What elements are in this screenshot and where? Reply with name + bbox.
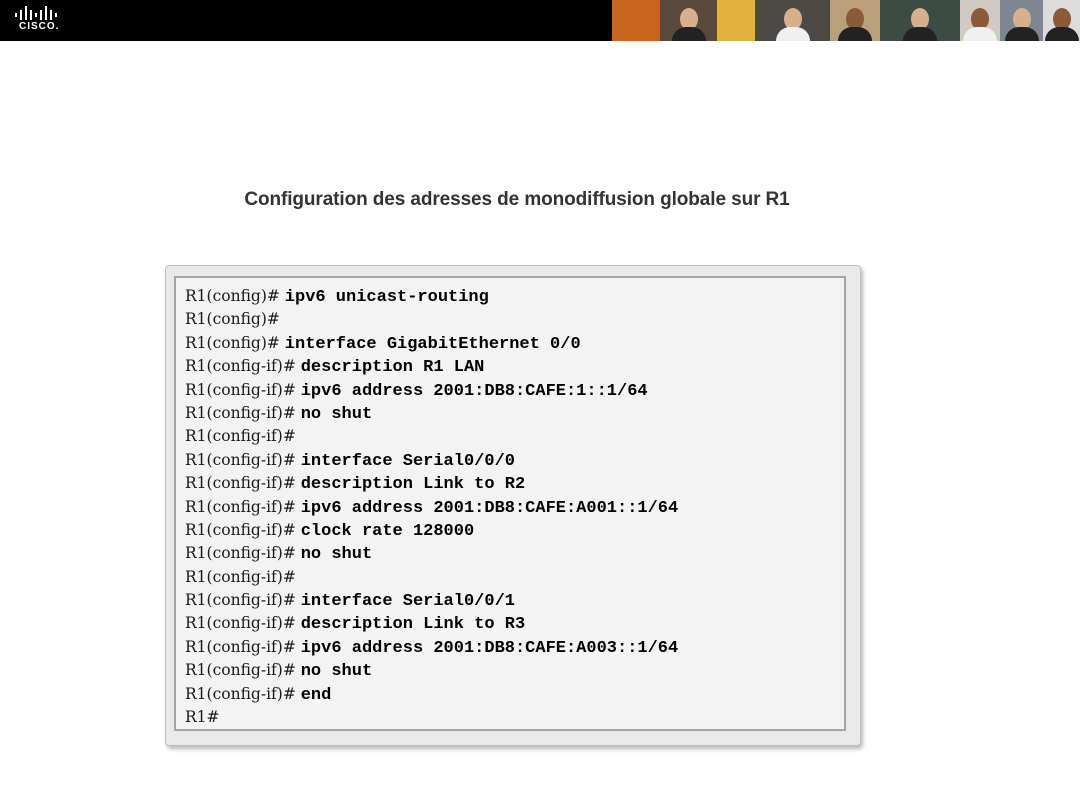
terminal-command: interface Serial0/0/1 [300, 592, 515, 612]
terminal-prompt: R1(config)# [185, 310, 280, 329]
header-photo [660, 0, 717, 41]
terminal-command: ipv6 address 2001:DB8:CAFE:A001::1/64 [300, 498, 679, 518]
header-photo [830, 0, 880, 41]
terminal-line: R1(config)# [185, 307, 678, 330]
person-shoulders-icon [1004, 27, 1039, 41]
person-shoulders-icon [838, 27, 872, 41]
terminal-prompt: R1(config-if)# [185, 497, 301, 516]
terminal-line: R1(config-if)# description R1 LAN [185, 354, 678, 377]
terminal-prompt: R1(config-if)# [185, 567, 296, 586]
terminal-line: R1(config-if)# end [185, 682, 678, 705]
header-photo [1000, 0, 1043, 41]
terminal-command: ipv6 unicast-routing [284, 288, 489, 307]
terminal-prompt: R1(config-if)# [185, 474, 301, 493]
header-bar: CISCO. [0, 0, 1080, 41]
terminal-command: ipv6 address 2001:DB8:CAFE:A003::1/64 [300, 638, 679, 658]
terminal-line: R1(config-if)# [185, 424, 678, 447]
terminal-prompt: R1# [185, 708, 220, 727]
terminal-prompt: R1(config-if)# [185, 450, 301, 469]
terminal-line: R1(config-if)# description Link to R2 [185, 471, 678, 494]
terminal-line: R1(config-if)# no shut [185, 401, 678, 424]
terminal-line: R1(config-if)# clock rate 128000 [185, 518, 678, 541]
terminal-prompt: R1(config-if)# [185, 661, 301, 680]
terminal-prompt: R1(config-if)# [185, 614, 301, 633]
header-photo [755, 0, 830, 41]
terminal-line: R1(config)# interface GigabitEthernet 0/… [185, 331, 678, 354]
terminal-command: interface Serial0/0/0 [300, 451, 515, 471]
terminal-line: R1(config)# ipv6 unicast-routing [185, 284, 678, 307]
person-shoulders-icon [775, 27, 810, 41]
header-photo [880, 0, 960, 41]
terminal-command: no shut [300, 404, 373, 424]
terminal-prompt: R1(config)# [185, 287, 285, 305]
cisco-logo: CISCO. [14, 6, 64, 36]
terminal-prompt: R1(config-if)# [185, 544, 301, 563]
person-shoulders-icon [903, 27, 937, 41]
terminal-line: R1(config-if)# description Link to R3 [185, 611, 678, 634]
terminal-prompt: R1(config-if)# [185, 403, 301, 422]
cisco-bars-icon [15, 6, 57, 20]
person-shoulders-icon [1044, 27, 1079, 41]
terminal-line: R1(config-if)# no shut [185, 541, 678, 564]
terminal-line: R1(config-if)# interface Serial0/0/0 [185, 448, 678, 471]
header-photo-strip [612, 0, 1080, 41]
terminal-command: clock rate 128000 [300, 521, 475, 541]
terminal-prompt: R1(config-if)# [185, 520, 301, 539]
terminal-command: interface GigabitEthernet 0/0 [284, 334, 581, 354]
header-photo [960, 0, 1000, 41]
terminal-prompt: R1(config)# [185, 333, 285, 352]
terminal-line: R1(config-if)# ipv6 address 2001:DB8:CAF… [185, 635, 678, 658]
terminal-line: R1(config-if)# ipv6 address 2001:DB8:CAF… [185, 495, 678, 518]
terminal-command: ipv6 address 2001:DB8:CAFE:1::1/64 [300, 381, 648, 401]
terminal-prompt: R1(config-if)# [185, 684, 301, 703]
person-shoulders-icon [671, 27, 706, 41]
terminal-prompt: R1(config-if)# [185, 427, 296, 446]
header-photo [612, 0, 660, 41]
terminal-line: R1(config-if)# ipv6 address 2001:DB8:CAF… [185, 378, 678, 401]
person-shoulders-icon [963, 27, 997, 41]
terminal-command: end [300, 685, 332, 705]
terminal-line: R1(config-if)# no shut [185, 658, 678, 681]
terminal-line: R1(config-if)# [185, 565, 678, 588]
terminal-prompt: R1(config-if)# [185, 357, 301, 376]
terminal-prompt: R1(config-if)# [185, 637, 301, 656]
terminal-prompt: R1(config-if)# [185, 380, 301, 399]
header-photo [717, 0, 755, 41]
terminal-output: R1(config)# ipv6 unicast-routing R1(confi… [185, 284, 678, 728]
terminal-command: no shut [300, 662, 373, 682]
terminal-command: no shut [300, 545, 373, 565]
slide-title: Configuration des adresses de monodiffus… [244, 189, 790, 210]
header-photo [1043, 0, 1080, 41]
terminal-line: R1(config-if)# interface Serial0/0/1 [185, 588, 678, 611]
terminal-line: R1# [185, 705, 678, 728]
cisco-logo-text: CISCO. [19, 21, 60, 32]
terminal-command: description R1 LAN [300, 358, 485, 378]
terminal-prompt: R1(config-if)# [185, 591, 301, 610]
terminal-command: description Link to R3 [300, 615, 526, 635]
terminal-command: description Link to R2 [300, 475, 526, 495]
